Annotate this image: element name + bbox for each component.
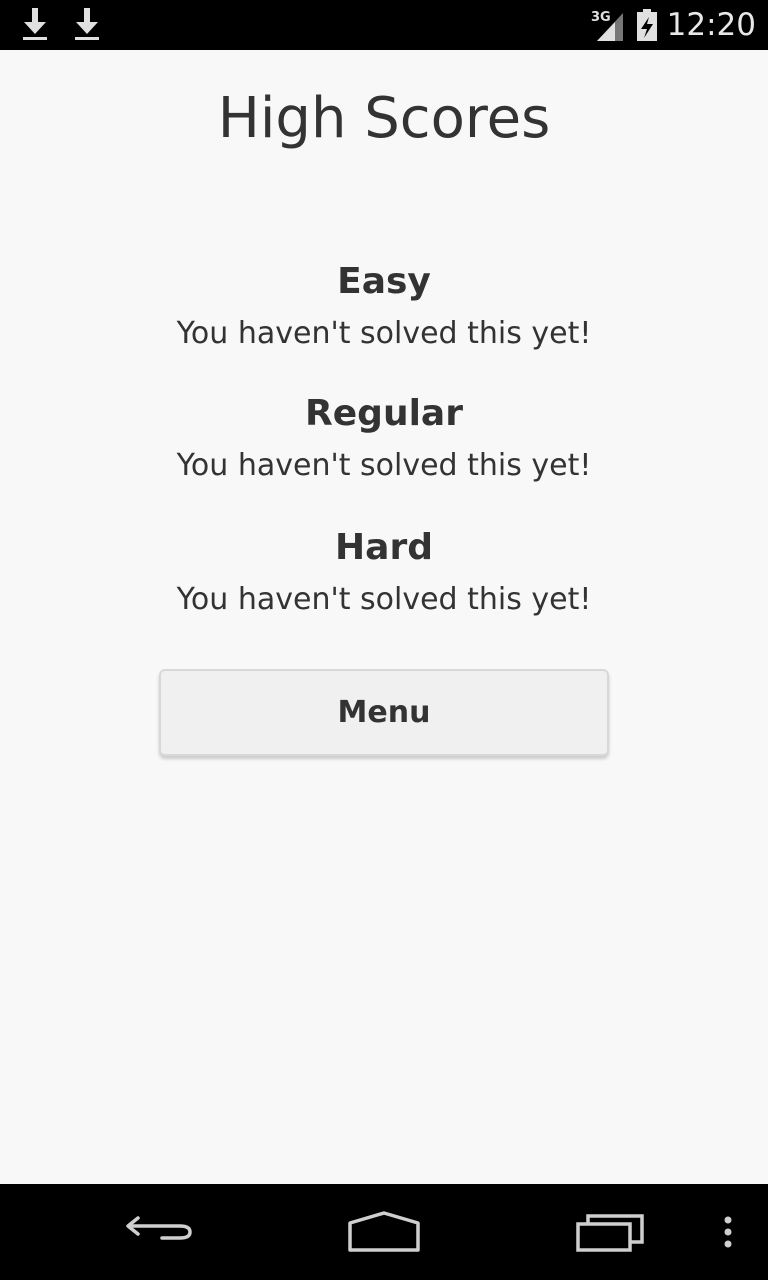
page-title: High Scores [217, 86, 551, 151]
navigation-bar [0, 1184, 768, 1280]
menu-button[interactable]: Menu [159, 669, 609, 756]
signal-icon: 3G [591, 10, 623, 41]
level-name: Regular [305, 393, 463, 434]
high-scores-screen: High Scores Easy You haven't solved this… [0, 50, 768, 1184]
level-status: You haven't solved this yet! [176, 582, 592, 617]
notification-icons [20, 6, 102, 42]
score-entry-easy: Easy You haven't solved this yet! [0, 260, 768, 354]
network-type-label: 3G [591, 10, 611, 25]
system-status: 3G 12:20 [591, 0, 756, 50]
level-status: You haven't solved this yet! [176, 316, 592, 351]
download-icon [23, 8, 47, 40]
score-entry-hard: Hard You haven't solved this yet! [0, 526, 768, 620]
download-icon [75, 8, 99, 40]
home-icon[interactable] [346, 1208, 422, 1256]
battery-icon [636, 9, 657, 41]
recent-apps-icon[interactable] [574, 1208, 648, 1256]
back-icon[interactable] [124, 1208, 196, 1256]
overflow-menu-icon[interactable] [720, 1208, 736, 1256]
status-time: 12:20 [666, 7, 756, 43]
status-bar: 3G 12:20 [0, 0, 768, 50]
score-entry-regular: Regular You haven't solved this yet! [0, 392, 768, 486]
level-name: Hard [335, 527, 433, 568]
level-status: You haven't solved this yet! [176, 448, 592, 483]
level-name: Easy [337, 261, 431, 302]
